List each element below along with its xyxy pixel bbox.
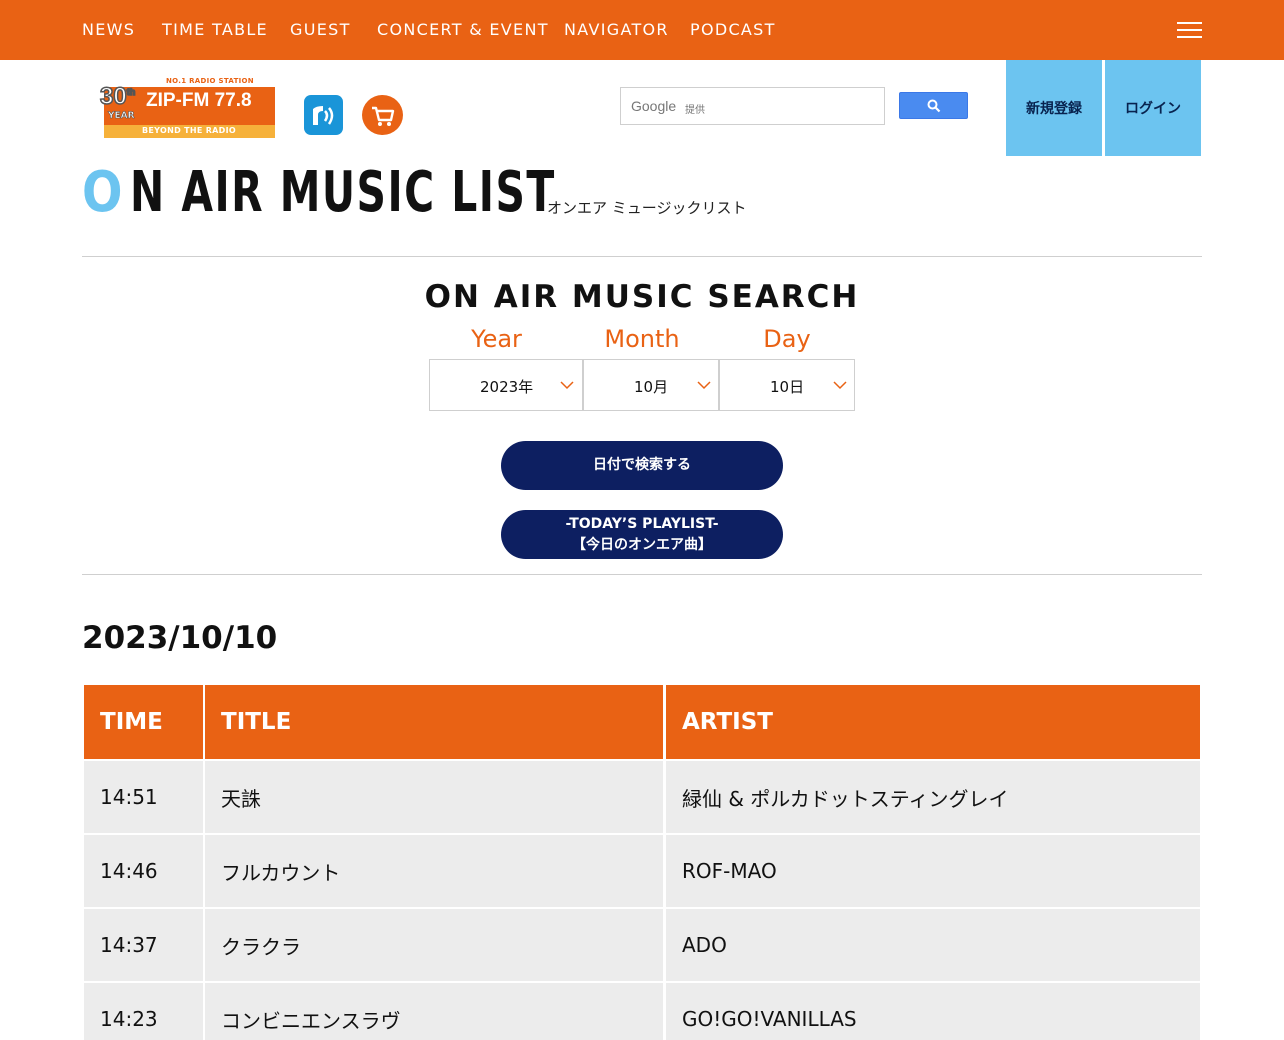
todays-playlist-button[interactable]: -TODAY’S PLAYLIST- 【今日のオンエア曲】 [501, 510, 783, 559]
row-title: フルカウント [205, 835, 663, 907]
month-select-value: 10月 [634, 378, 669, 396]
row-artist: 緑仙 & ポルカドットスティングレイ [666, 761, 1200, 833]
year-select[interactable]: 2023年 [429, 359, 583, 411]
divider [82, 256, 1202, 257]
register-button[interactable]: 新規登録 [1006, 60, 1102, 156]
menu-icon[interactable] [1177, 22, 1202, 38]
divider [82, 574, 1202, 575]
column-header-artist: ARTIST [666, 685, 1200, 759]
cart-icon[interactable] [362, 95, 403, 135]
logo-name: ZIP-FM 77.8 [146, 90, 252, 111]
table-row: 14:51 天誅 緑仙 & ポルカドットスティングレイ [82, 759, 1202, 833]
nav-time-table[interactable]: TIME TABLE [162, 20, 268, 40]
year-label: Year [471, 325, 522, 353]
page-title-first-letter: O [82, 160, 123, 225]
music-search-heading: ON AIR MUSIC SEARCH [424, 279, 860, 315]
google-label: Google [631, 98, 677, 114]
row-time: 14:37 [84, 909, 203, 981]
day-select-value: 10日 [770, 378, 805, 396]
page-subtitle: オンエア ミュージックリスト [547, 199, 747, 217]
todays-playlist-line2: 【今日のオンエア曲】 [572, 536, 712, 553]
year-select-value: 2023年 [480, 378, 534, 396]
nav-navigator[interactable]: NAVIGATOR [564, 20, 669, 40]
table-row: 14:46 フルカウント ROF-MAO [82, 833, 1202, 907]
chevron-down-icon [833, 381, 847, 390]
logo-badge: NO.1 RADIO STATION [166, 77, 254, 85]
row-artist: ROF-MAO [666, 835, 1200, 907]
row-time: 14:51 [84, 761, 203, 833]
nav-concert-event[interactable]: CONCERT & EVENT [377, 20, 549, 40]
row-artist: ADO [666, 909, 1200, 981]
page-title-rest: N AIR MUSIC LIST [130, 160, 556, 225]
column-header-time: TIME [84, 685, 203, 759]
date-search-button[interactable]: 日付で検索する [501, 441, 783, 490]
logo-year-word: YEAR [108, 111, 135, 122]
radiko-icon[interactable] [304, 95, 343, 135]
nav-podcast[interactable]: PODCAST [690, 20, 776, 40]
row-title: クラクラ [205, 909, 663, 981]
day-select[interactable]: 10日 [719, 359, 855, 411]
logo-tagline: BEYOND THE RADIO [142, 126, 236, 135]
todays-playlist-line1: -TODAY’S PLAYLIST- [565, 515, 719, 532]
row-artist: GO!GO!VANILLAS [666, 983, 1200, 1040]
row-title: 天誅 [205, 761, 663, 833]
row-title: コンビニエンスラヴ [205, 983, 663, 1040]
login-button[interactable]: ログイン [1105, 60, 1201, 156]
table-header: TIME TITLE ARTIST [82, 683, 1202, 759]
table-row: 14:37 クラクラ ADO [82, 907, 1202, 981]
row-time: 14:46 [84, 835, 203, 907]
zip-fm-logo[interactable]: NO.1 RADIO STATION ZIP-FM 77.8 BEYOND TH… [99, 77, 276, 139]
row-time: 14:23 [84, 983, 203, 1040]
search-button[interactable] [899, 92, 968, 119]
nav-guest[interactable]: GUEST [290, 20, 351, 40]
chevron-down-icon [697, 381, 711, 390]
site-search-input[interactable]: Google 提供 [620, 87, 885, 125]
table-row: 14:23 コンビニエンスラヴ GO!GO!VANILLAS [82, 981, 1202, 1040]
nav-news[interactable]: NEWS [82, 20, 135, 40]
chevron-down-icon [560, 381, 574, 390]
column-header-title: TITLE [205, 685, 663, 759]
date-search-label: 日付で検索する [593, 457, 691, 473]
day-label: Day [763, 325, 811, 353]
playlist-date: 2023/10/10 [82, 620, 278, 656]
google-sub-label: 提供 [685, 105, 705, 116]
search-icon [927, 99, 941, 113]
month-label: Month [604, 325, 680, 353]
logo-years: 30th [99, 82, 136, 111]
top-nav: NEWS TIME TABLE GUEST CONCERT & EVENT NA… [0, 0, 1284, 60]
month-select[interactable]: 10月 [583, 359, 719, 411]
